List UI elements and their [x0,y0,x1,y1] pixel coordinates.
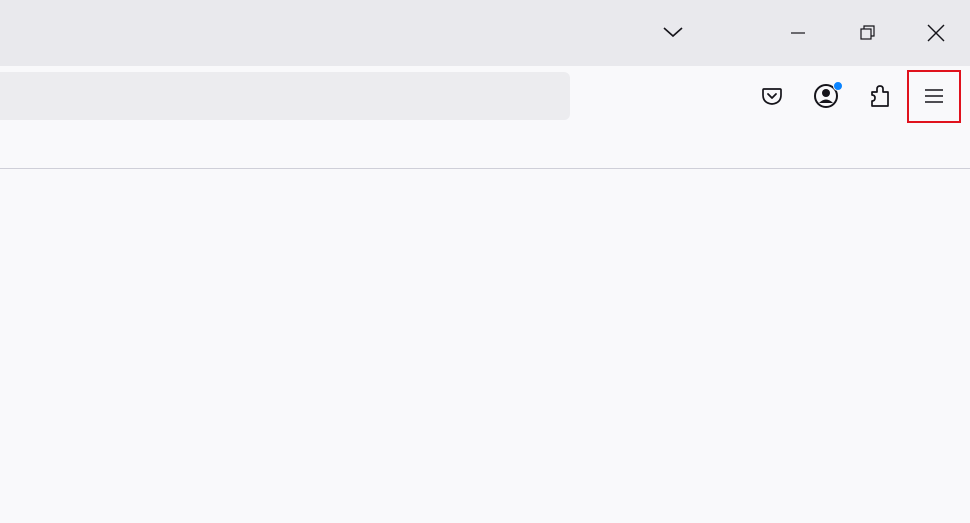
bookmarks-toolbar [0,126,970,169]
minimize-button[interactable] [764,0,832,66]
pocket-button[interactable] [752,76,792,116]
close-icon [927,24,945,42]
address-bar[interactable] [0,72,570,120]
extensions-button[interactable] [860,76,900,116]
close-window-button[interactable] [902,0,970,66]
notification-badge [833,81,843,91]
navigation-toolbar [0,66,970,126]
restore-button[interactable] [833,0,901,66]
title-bar [0,0,970,66]
restore-icon [859,25,875,41]
page-content [0,169,970,523]
minimize-icon [790,25,806,41]
pocket-icon [761,85,783,107]
list-all-tabs-button[interactable] [650,14,696,50]
account-button[interactable] [806,76,846,116]
puzzle-icon [869,84,891,108]
menu-button-highlight [907,70,961,123]
chevron-down-icon [662,25,684,39]
